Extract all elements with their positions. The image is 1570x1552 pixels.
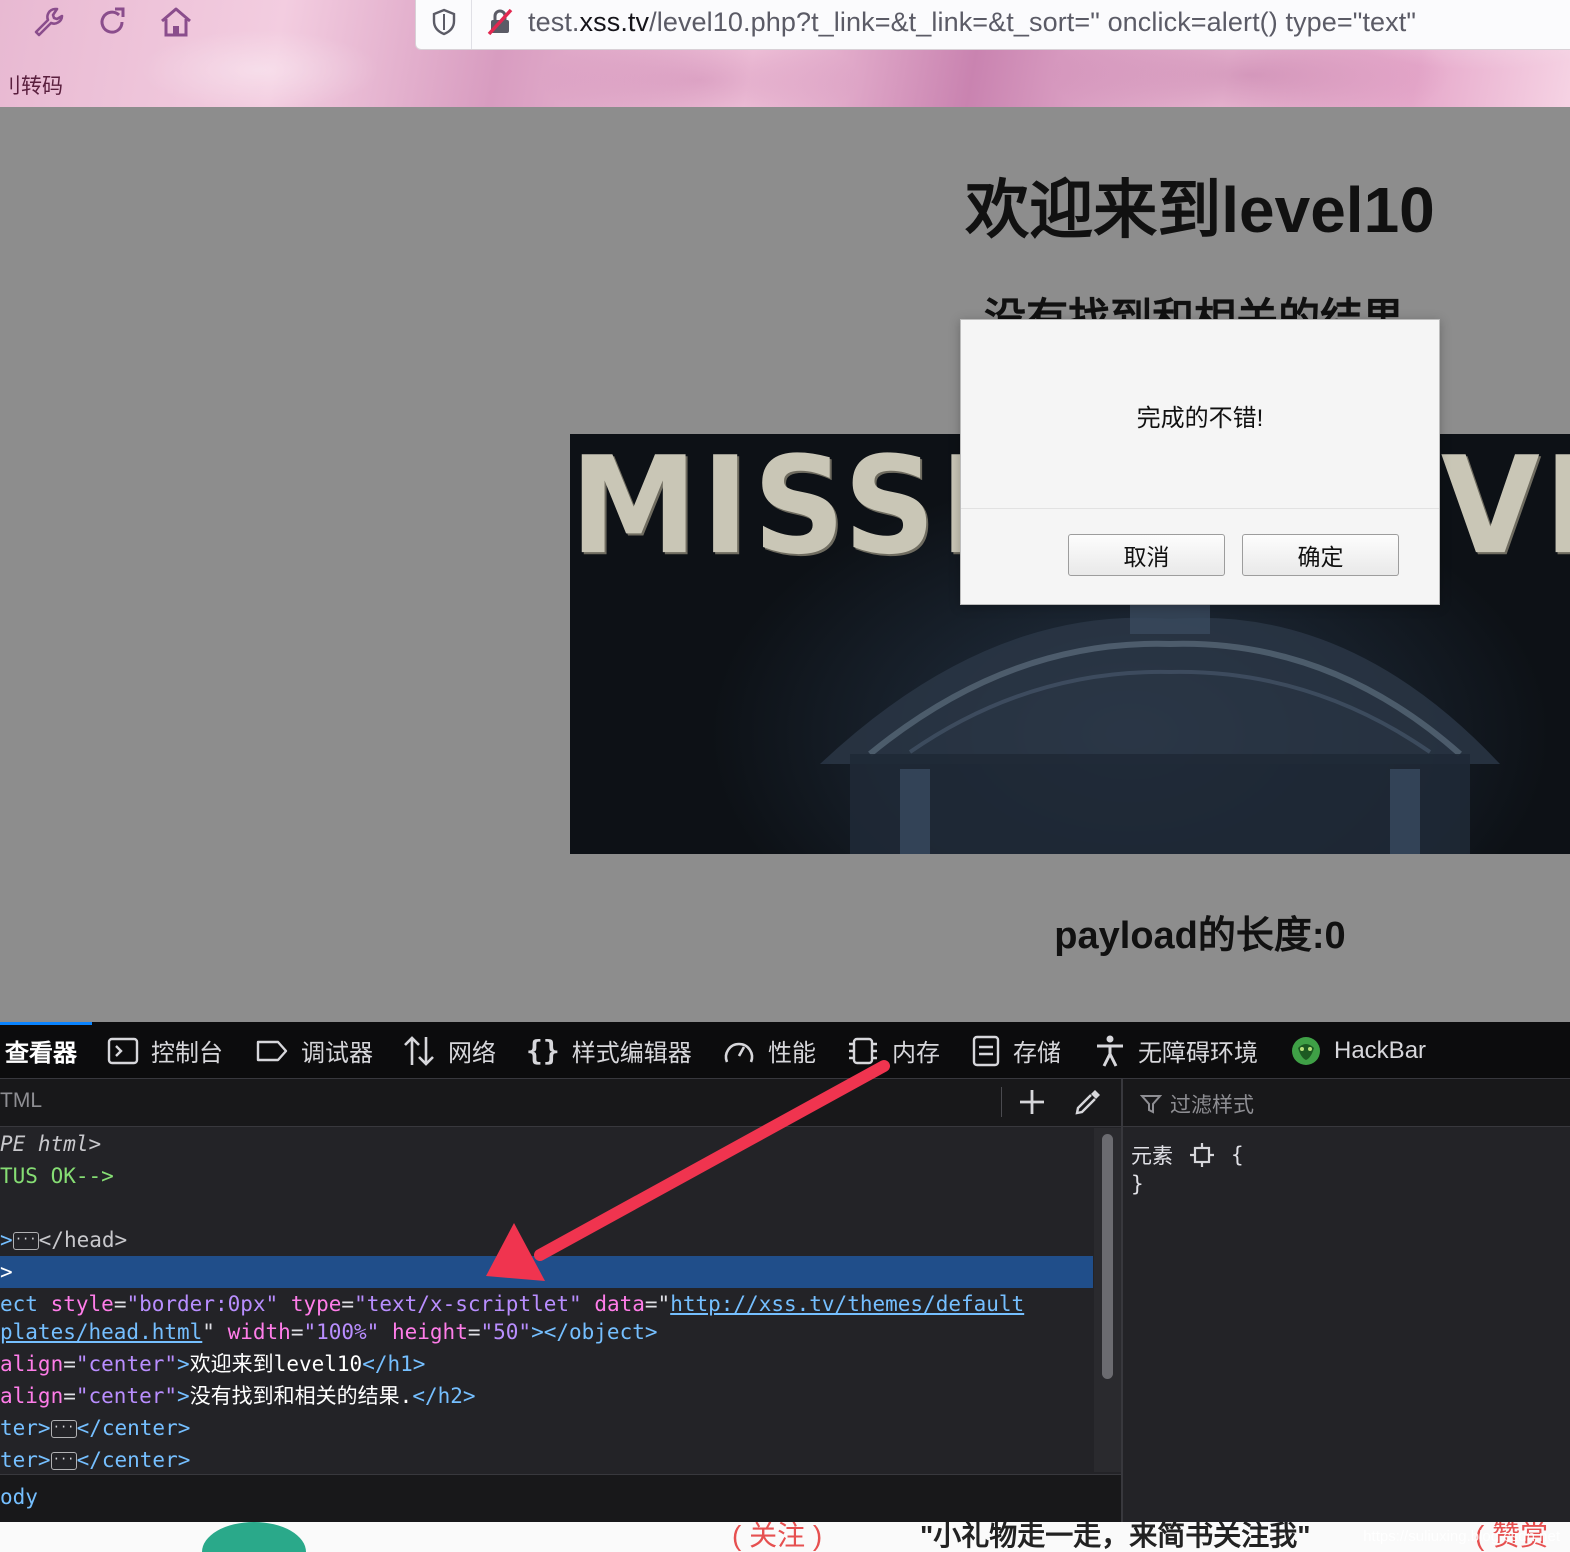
cancel-button[interactable]: 取消 <box>1068 534 1225 576</box>
markup-view[interactable]: PE html> TUS OK--> > ··· </head> > ect sty… <box>0 1128 1093 1472</box>
payload-length-text: payload的长度:0 <box>1054 915 1346 957</box>
tab-label: 查看器 <box>5 1040 77 1067</box>
performance-icon <box>724 1042 754 1062</box>
markup-line-h2[interactable]: align="center">没有找到和相关的结果.</h2> <box>0 1380 476 1412</box>
scrollbar-thumb[interactable] <box>1102 1134 1113 1379</box>
breadcrumb-item[interactable]: ody <box>0 1485 38 1509</box>
element-rule-label: 元素 <box>1131 1144 1173 1168</box>
eyedropper-icon[interactable] <box>1070 1083 1106 1121</box>
tab-label: 调试器 <box>301 1040 373 1067</box>
storage-icon <box>972 1035 1000 1066</box>
accessibility-icon <box>1097 1035 1123 1067</box>
markup-line-body-selected[interactable]: > <box>0 1256 13 1288</box>
watermark: https://suliuxing.blog.csdn.net <box>1363 1528 1560 1545</box>
shield-icon[interactable] <box>416 0 472 49</box>
tab-label: 控制台 <box>151 1040 223 1067</box>
search-html-input[interactable]: TML <box>0 1089 42 1113</box>
tab-memory[interactable]: 内存 <box>846 1022 940 1079</box>
tab-storage[interactable]: 存储 <box>971 1022 1061 1079</box>
home-icon[interactable] <box>156 2 196 42</box>
markup-line-comment[interactable]: TUS OK--> <box>0 1160 114 1192</box>
avatar[interactable] <box>202 1522 306 1552</box>
tab-label: 样式编辑器 <box>571 1040 692 1067</box>
browser-toolbar: test.xss.tv/level10.php?t_link=&t_link=&… <box>0 0 1570 107</box>
tab-accessibility[interactable]: 无障碍环境 <box>1094 1022 1258 1079</box>
style-editor-icon: {} <box>526 1034 560 1067</box>
console-icon <box>107 1037 139 1064</box>
alert-message: 完成的不错! <box>1136 405 1264 432</box>
page-title: 欢迎来到level10 <box>965 174 1435 246</box>
breadcrumb[interactable]: ody <box>0 1474 1121 1522</box>
filter-placeholder: 过滤样式 <box>1170 1094 1254 1117</box>
tab-label: 无障碍环境 <box>1138 1040 1258 1067</box>
rules-view: 元素 { } <box>1123 1128 1570 1522</box>
insecure-lock-icon[interactable] <box>472 0 528 49</box>
hackbar-icon <box>1292 1036 1320 1065</box>
markup-line-center[interactable]: ter> ··· </center> <box>0 1444 190 1472</box>
reward-quote: "小礼物走一走，来简书关注我" <box>920 1522 1311 1551</box>
markup-line-h1[interactable]: align="center">欢迎来到level10</h1> <box>0 1348 425 1380</box>
markup-line-head[interactable]: > ··· </head> <box>0 1224 127 1256</box>
wrench-icon[interactable] <box>28 2 68 42</box>
markup-line-doctype[interactable]: PE html> <box>0 1128 101 1160</box>
markup-line-object-cont[interactable]: plates/head.html" width="100%" height="5… <box>0 1316 658 1348</box>
collapsed-node-badge[interactable]: ··· <box>12 1232 39 1250</box>
element-rule: 元素 { <box>1131 1140 1244 1170</box>
bookmark-item[interactable]: 刂转码 <box>0 70 63 100</box>
tab-console[interactable]: 控制台 <box>107 1022 223 1079</box>
node-highlight-icon[interactable] <box>1187 1142 1217 1168</box>
tab-label: 存储 <box>1013 1040 1061 1067</box>
collapsed-node-badge[interactable]: ··· <box>50 1452 77 1470</box>
rule-close-brace: } <box>1131 1172 1144 1196</box>
collapsed-node-badge[interactable]: ··· <box>50 1420 77 1438</box>
add-node-icon[interactable] <box>1014 1083 1050 1121</box>
alert-dialog: 完成的不错! 取消 确定 <box>960 319 1440 605</box>
tab-style-editor[interactable]: {} 样式编辑器 <box>526 1022 692 1079</box>
tab-label: HackBar <box>1334 1036 1427 1064</box>
url-bar[interactable]: test.xss.tv/level10.php?t_link=&t_link=&… <box>415 0 1570 50</box>
devtools-tab-bar: 查看器 控制台 调试器 网络 {} 样式编辑器 性能 内存 存储 无障碍环境 H… <box>0 1022 1570 1079</box>
tab-hackbar[interactable]: HackBar <box>1290 1022 1426 1079</box>
tab-label: 内存 <box>892 1040 940 1067</box>
ok-button[interactable]: 确定 <box>1242 534 1399 576</box>
tab-label: 网络 <box>448 1040 496 1067</box>
memory-icon <box>849 1037 877 1064</box>
markup-line-center[interactable]: ter> ··· </center> <box>0 1412 190 1444</box>
network-icon <box>404 1035 434 1066</box>
tab-performance[interactable]: 性能 <box>722 1022 816 1079</box>
debugger-icon <box>256 1040 288 1061</box>
tab-inspector[interactable]: 查看器 <box>5 1022 77 1079</box>
markup-scrollbar[interactable] <box>1094 1128 1121 1472</box>
dialog-divider <box>961 508 1439 509</box>
url-text[interactable]: test.xss.tv/level10.php?t_link=&t_link=&… <box>528 7 1416 38</box>
reload-icon[interactable] <box>92 2 132 42</box>
filter-styles-input[interactable]: 过滤样式 <box>1140 1089 1254 1119</box>
devtools-panel: 查看器 控制台 调试器 网络 {} 样式编辑器 性能 内存 存储 无障碍环境 H… <box>0 1022 1570 1522</box>
host-page-strip: ( 关注 ) "小礼物走一走，来简书关注我" ( 赞赏 <box>0 1522 1570 1552</box>
filter-icon <box>1140 1095 1162 1114</box>
selected-node-highlight <box>0 1256 1093 1288</box>
tab-network[interactable]: 网络 <box>402 1022 496 1079</box>
follow-button[interactable]: ( 关注 ) <box>732 1522 822 1552</box>
inspector-toolbar: TML 过滤样式 <box>0 1079 1570 1127</box>
tab-debugger[interactable]: 调试器 <box>255 1022 373 1079</box>
page-content: 欢迎来到level10 没有找到和相关的结果. MISSION LEVEL pa… <box>0 107 1570 1022</box>
rule-open-brace: { <box>1231 1143 1244 1167</box>
toolbar-divider <box>1001 1087 1002 1117</box>
tab-label: 性能 <box>768 1040 816 1067</box>
